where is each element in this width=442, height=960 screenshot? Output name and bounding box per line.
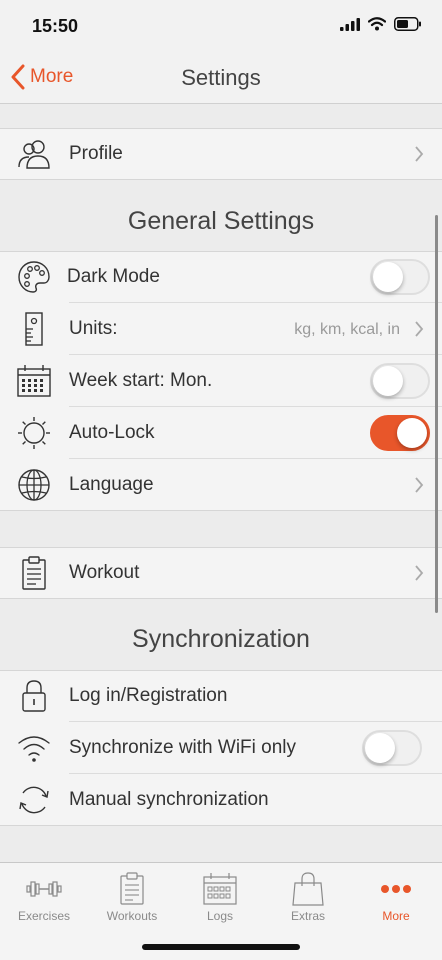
units-label: Units: — [69, 318, 118, 339]
toggle-knob — [373, 366, 403, 396]
chevron-right-icon — [415, 477, 424, 493]
dark-mode-row: Dark Mode — [0, 251, 442, 303]
tab-label: Exercises — [17, 909, 70, 923]
shopping-bag-icon — [292, 872, 324, 906]
wifi-only-row: Synchronize with WiFi only — [0, 722, 442, 774]
tab-label: Workouts — [106, 909, 158, 923]
calendar-icon — [17, 365, 51, 397]
auto-lock-toggle[interactable] — [370, 415, 430, 451]
battery-icon — [394, 17, 421, 31]
signal-icon — [340, 17, 360, 31]
toggle-knob — [365, 733, 395, 763]
tab-workouts[interactable]: Workouts — [88, 871, 176, 923]
lock-icon — [22, 680, 46, 712]
tab-label: Extras — [290, 909, 325, 923]
auto-lock-row: Auto-Lock — [0, 407, 442, 459]
toggle-knob — [373, 262, 403, 292]
home-indicator — [142, 944, 300, 950]
status-bar: 15:50 — [0, 0, 442, 52]
tab-label: More — [382, 909, 410, 923]
sun-icon — [18, 417, 50, 449]
toggle-knob — [397, 418, 427, 448]
auto-lock-label: Auto-Lock — [69, 422, 155, 443]
synchronization-header: Synchronization — [132, 625, 310, 653]
users-icon — [18, 140, 50, 169]
chevron-right-icon — [415, 146, 424, 162]
globe-icon — [18, 469, 50, 501]
wifi-only-label: Synchronize with WiFi only — [69, 737, 297, 758]
refresh-icon — [19, 786, 49, 814]
calendar-icon — [203, 873, 237, 905]
units-value: kg, km, kcal, in — [294, 321, 400, 338]
wifi-icon — [18, 736, 50, 762]
scroll-indicator[interactable] — [435, 215, 438, 613]
page-title: Settings — [181, 65, 261, 90]
profile-label: Profile — [69, 143, 123, 164]
week-start-label: Week start: Mon. — [69, 370, 213, 391]
language-label: Language — [69, 474, 154, 495]
tab-exercises[interactable]: Exercises — [0, 871, 88, 923]
language-row[interactable]: Language — [0, 459, 442, 511]
general-settings-header: General Settings — [127, 207, 315, 235]
status-time: 15:50 — [32, 16, 79, 36]
clipboard-icon — [22, 556, 46, 590]
ruler-icon — [25, 312, 43, 346]
tab-more[interactable]: More — [352, 871, 440, 923]
manual-sync-row[interactable]: Manual synchronization — [0, 774, 442, 826]
wifi-only-toggle[interactable] — [362, 730, 422, 766]
tab-extras[interactable]: Extras — [264, 871, 352, 923]
tab-label: Logs — [206, 909, 234, 923]
status-icons — [340, 17, 422, 31]
dark-mode-label: Dark Mode — [67, 266, 160, 287]
profile-row[interactable]: Profile — [0, 128, 442, 180]
palette-icon — [18, 261, 50, 293]
settings-list[interactable]: Profile General Settings Dark Mode Units… — [0, 105, 442, 862]
login-label: Log in/Registration — [69, 685, 228, 706]
dark-mode-toggle[interactable] — [370, 259, 430, 295]
week-start-row: Week start: Mon. — [0, 355, 442, 407]
chevron-right-icon — [415, 321, 424, 337]
more-dots-icon — [381, 885, 411, 893]
dumbbell-icon — [26, 881, 62, 897]
nav-bar: More Settings — [0, 52, 442, 104]
workout-row[interactable]: Workout — [0, 547, 442, 599]
units-row[interactable]: Units: kg, km, kcal, in — [0, 303, 442, 355]
manual-sync-label: Manual synchronization — [69, 789, 269, 810]
workout-label: Workout — [69, 562, 140, 583]
week-start-toggle[interactable] — [370, 363, 430, 399]
tab-logs[interactable]: Logs — [176, 871, 264, 923]
login-row[interactable]: Log in/Registration — [0, 670, 442, 722]
wifi-icon — [368, 17, 386, 31]
clipboard-icon — [120, 872, 144, 905]
chevron-right-icon — [415, 565, 424, 581]
